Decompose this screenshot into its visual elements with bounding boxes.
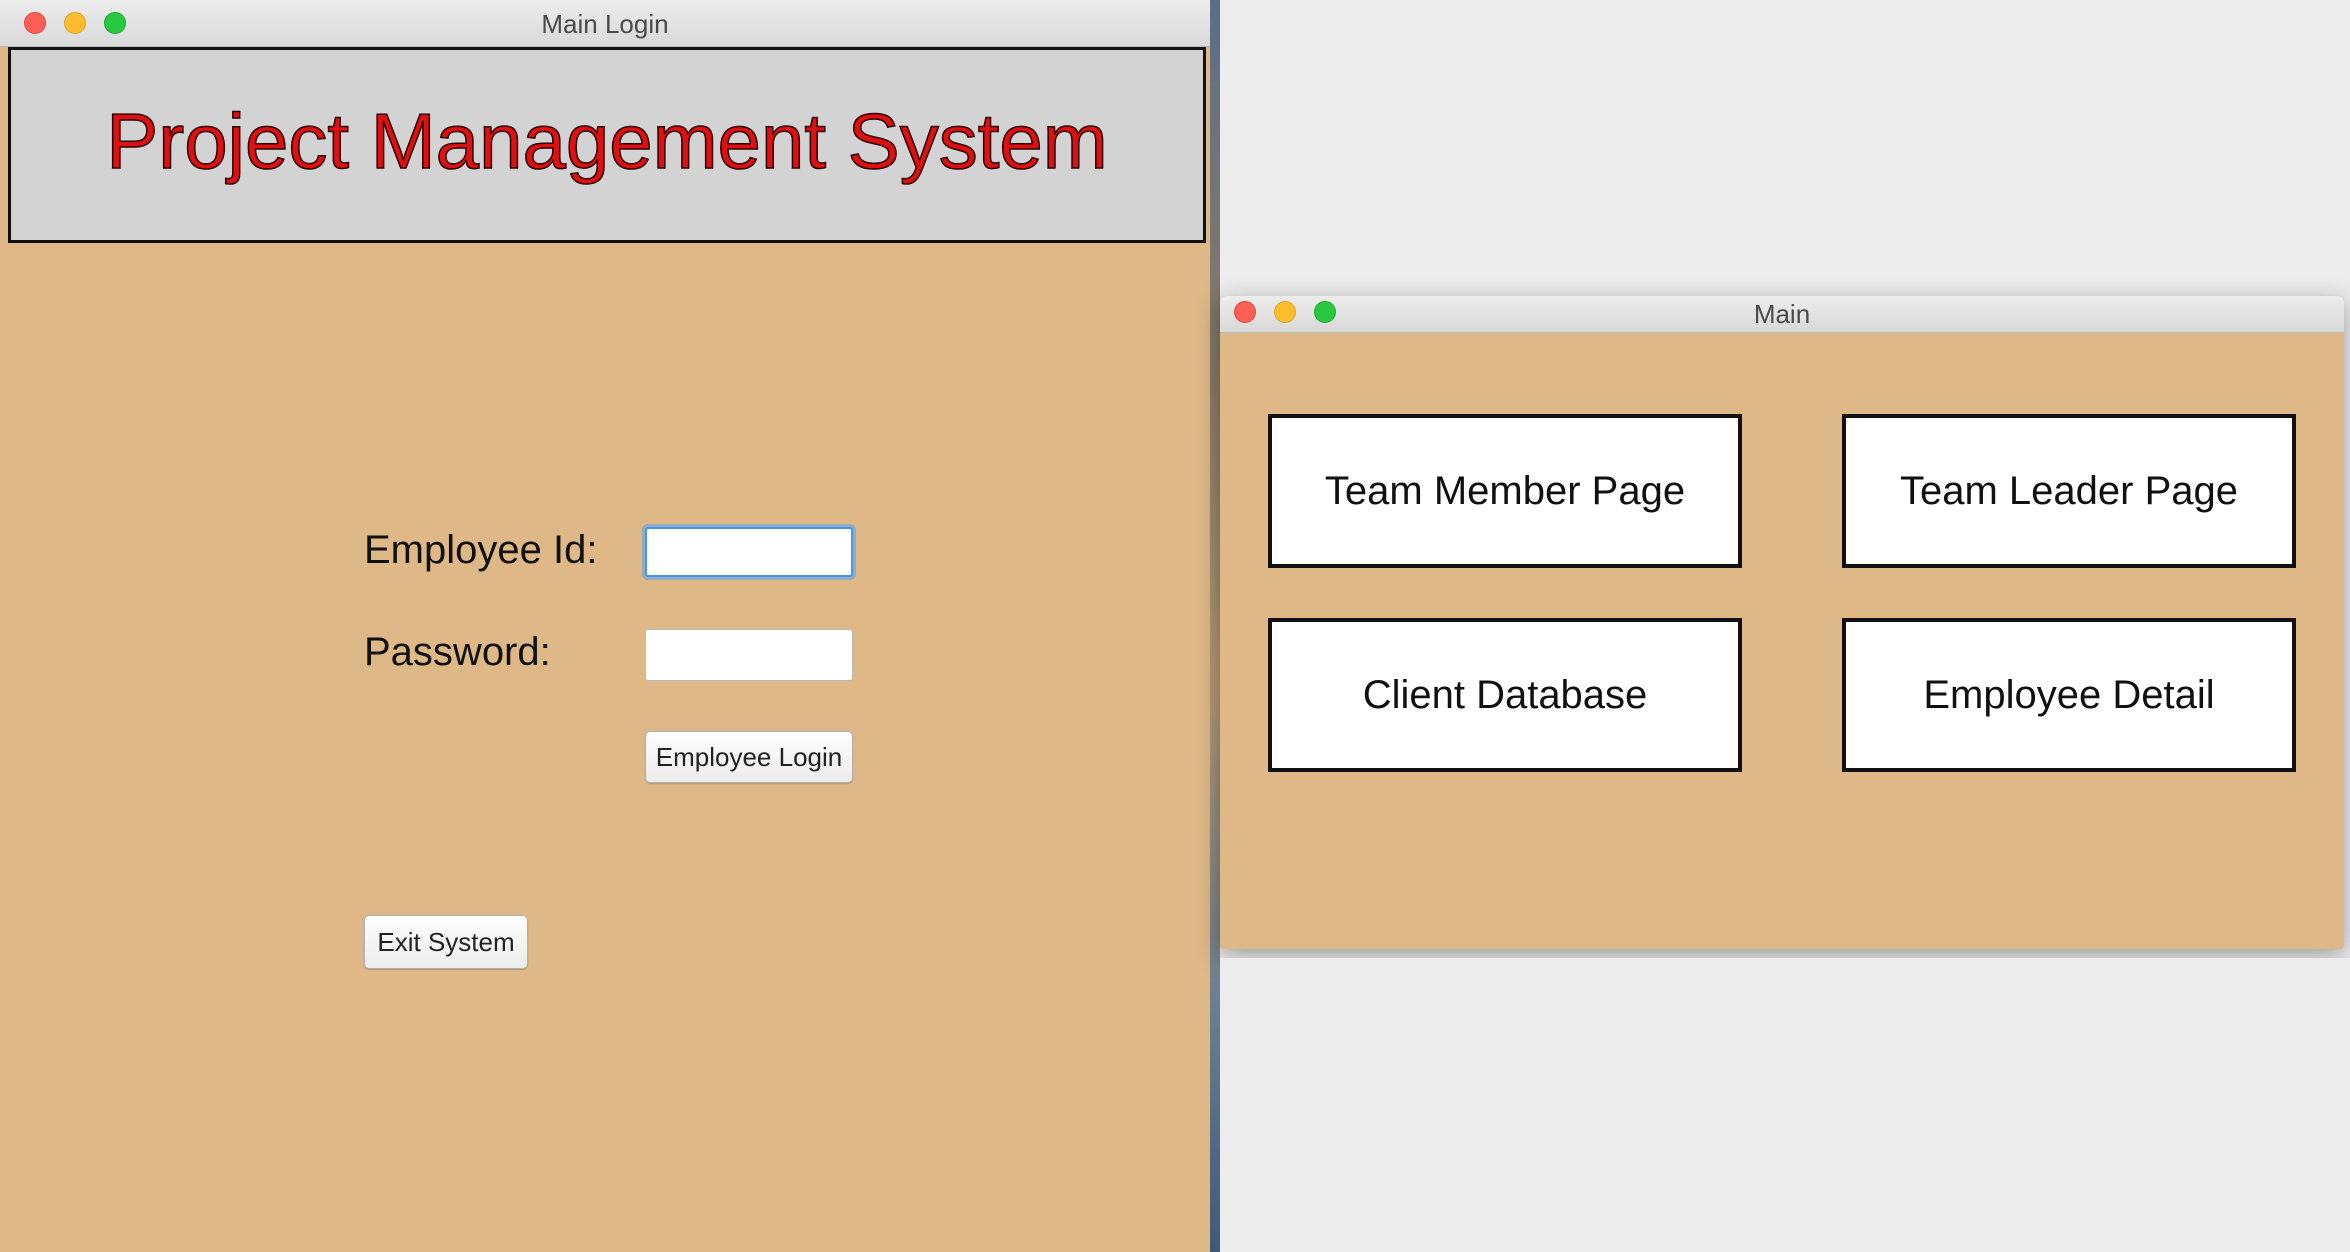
main-window: Main Team Member Page Team Leader Page C… (1220, 296, 2344, 949)
client-database-button[interactable]: Client Database (1268, 618, 1742, 772)
team-leader-page-button[interactable]: Team Leader Page (1842, 414, 2296, 568)
app-title: Project Management System (106, 96, 1109, 186)
login-window-titlebar[interactable]: Main Login (0, 0, 1210, 47)
team-member-page-button[interactable]: Team Member Page (1268, 414, 1742, 568)
header-panel: Project Management System (8, 47, 1206, 243)
employee-detail-button[interactable]: Employee Detail (1842, 618, 2296, 772)
employee-id-label: Employee Id: (364, 528, 598, 572)
employee-id-field[interactable] (645, 527, 853, 577)
desktop: Main Login Project Management System Emp… (0, 0, 2350, 1252)
password-label: Password: (364, 630, 551, 674)
main-window-titlebar[interactable]: Main (1220, 296, 2344, 333)
background-window-area (1220, 958, 2350, 1252)
main-window-title: Main (1753, 299, 1811, 329)
employee-login-button[interactable]: Employee Login (645, 731, 853, 783)
exit-system-button[interactable]: Exit System (364, 915, 528, 969)
login-window-title: Main Login (541, 9, 669, 39)
password-field[interactable] (645, 629, 853, 681)
main-login-window: Main Login Project Management System Emp… (0, 0, 1210, 1252)
